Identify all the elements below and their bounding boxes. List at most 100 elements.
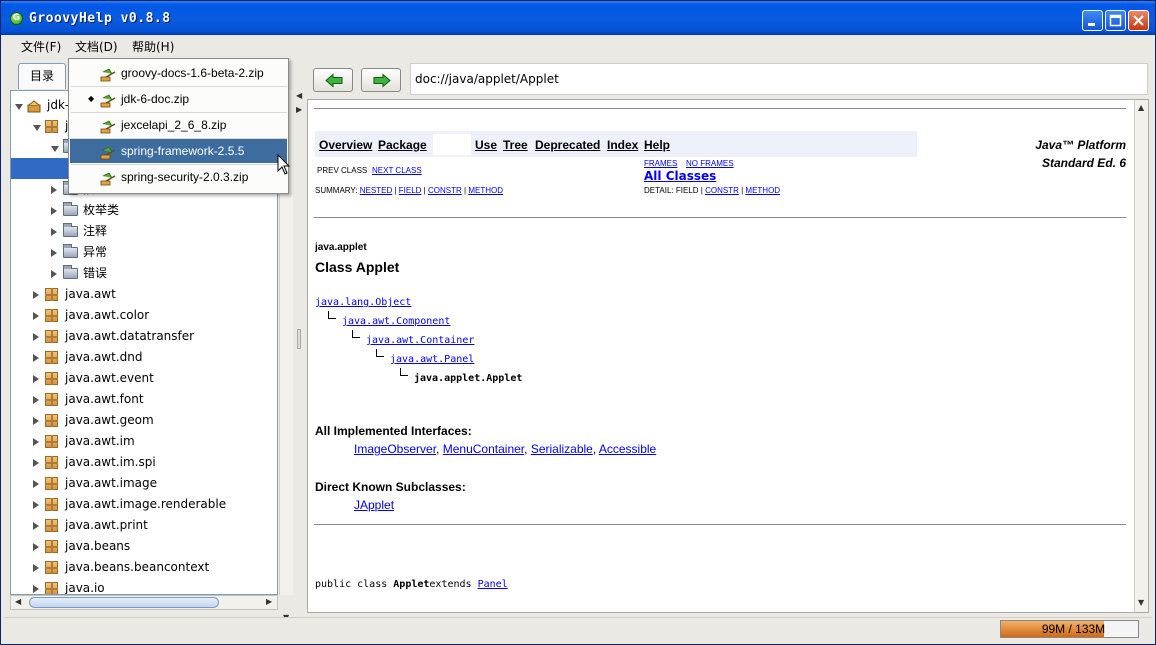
tree-item[interactable]: java.awt [11, 284, 277, 305]
tree-item[interactable]: 枚举类 [11, 200, 277, 221]
interface-link[interactable]: Accessible [599, 442, 656, 456]
expand-toggle-icon[interactable] [33, 333, 39, 341]
frames-link[interactable]: FRAMES [644, 159, 677, 168]
expand-toggle-icon[interactable] [33, 291, 39, 299]
expand-toggle-icon[interactable] [51, 228, 57, 236]
nav-use-link[interactable]: Use [475, 138, 497, 152]
hierarchy-object-link[interactable]: java.lang.Object [315, 297, 411, 308]
expand-toggle-icon[interactable] [33, 501, 39, 509]
interface-link[interactable]: Serializable [531, 442, 593, 456]
address-field[interactable]: doc://java/applet/Applet [410, 63, 1148, 95]
hierarchy-component-link[interactable]: java.awt.Component [342, 316, 450, 327]
dropdown-item[interactable]: ◆ jdk-6-doc.zip [70, 87, 287, 111]
tree-item[interactable]: java.awt.image [11, 473, 277, 494]
menu-docs[interactable]: 文档(D) [75, 38, 118, 55]
scroll-up-icon[interactable]: ▲ [1138, 103, 1144, 112]
splitter-grip-icon[interactable] [297, 329, 301, 349]
archive-icon [100, 170, 116, 194]
subclass-link[interactable]: JApplet [354, 498, 394, 512]
tree-item[interactable]: java.beans.beancontext [11, 557, 277, 578]
expand-toggle-icon[interactable] [51, 207, 57, 215]
hierarchy-container-link[interactable]: java.awt.Container [366, 335, 474, 346]
tree-item[interactable]: 注释 [11, 221, 277, 242]
tree-item[interactable]: java.awt.datatransfer [11, 326, 277, 347]
tree-item[interactable]: java.awt.image.renderable [11, 494, 277, 515]
tree-horizontal-scrollbar[interactable]: ◀ ▶ [10, 595, 278, 610]
expand-toggle-icon[interactable] [33, 522, 39, 530]
scroll-left-icon[interactable]: ◀ [15, 597, 21, 606]
tree-item[interactable]: 异常 [11, 242, 277, 263]
expand-toggle-icon[interactable] [33, 417, 39, 425]
expand-toggle-icon[interactable] [51, 270, 57, 278]
expand-toggle-icon[interactable] [33, 354, 39, 362]
expand-toggle-icon[interactable] [33, 312, 39, 320]
dropdown-item[interactable]: groovy-docs-1.6-beta-2.zip [70, 61, 287, 85]
collapse-toggle-icon[interactable] [51, 146, 59, 152]
expand-toggle-icon[interactable] [33, 396, 39, 404]
decl-extends: extends [429, 579, 478, 590]
tree-item[interactable]: java.awt.geom [11, 410, 277, 431]
nav-package-link[interactable]: Package [378, 138, 427, 152]
next-class-link[interactable]: NEXT CLASS [372, 166, 422, 175]
title-bar[interactable]: G GroovyHelp v0.8.8 [1, 1, 1155, 35]
tree-item[interactable]: java.awt.font [11, 389, 277, 410]
minimize-button[interactable] [1082, 10, 1103, 31]
scroll-right-icon[interactable]: ▶ [266, 597, 272, 606]
expand-toggle-icon[interactable] [33, 375, 39, 383]
expand-toggle-icon[interactable] [51, 249, 57, 257]
dropdown-item[interactable]: jexcelapi_2_6_8.zip [70, 113, 287, 137]
expand-toggle-icon[interactable] [51, 186, 57, 194]
expand-toggle-icon[interactable] [33, 438, 39, 446]
dropdown-item[interactable]: spring-security-2.0.3.zip [70, 165, 287, 189]
summary-nested-link[interactable]: NESTED [360, 186, 392, 195]
detail-method-link[interactable]: METHOD [745, 186, 780, 195]
content-vertical-scrollbar[interactable]: ▲ ▼ [1134, 100, 1148, 612]
collapse-toggle-icon[interactable] [33, 125, 41, 131]
panel-splitter[interactable]: ◀ ▶ [294, 59, 304, 615]
tree-item[interactable]: java.io [11, 578, 277, 594]
tree-item[interactable]: 错误 [11, 263, 277, 284]
hierarchy-panel-link[interactable]: java.awt.Panel [390, 354, 474, 365]
detail-constr-link[interactable]: CONSTR [705, 186, 739, 195]
nav-tree-link[interactable]: Tree [503, 138, 528, 152]
back-button[interactable] [313, 68, 353, 92]
expand-toggle-icon[interactable] [33, 459, 39, 467]
collapse-left-icon[interactable]: ◀ [296, 91, 302, 100]
tree-horizontal-thumb[interactable] [29, 597, 219, 608]
summary-constr-link[interactable]: CONSTR [428, 186, 462, 195]
expand-toggle-icon[interactable] [33, 585, 39, 593]
tree-item[interactable]: java.awt.im.spi [11, 452, 277, 473]
expand-toggle-icon[interactable] [33, 543, 39, 551]
memory-indicator[interactable]: 99M / 133M [1000, 620, 1139, 638]
no-frames-link[interactable]: NO FRAMES [686, 159, 734, 168]
tree-item[interactable]: java.awt.im [11, 431, 277, 452]
close-button[interactable] [1128, 10, 1149, 31]
tree-item[interactable]: java.awt.color [11, 305, 277, 326]
tree-item[interactable]: java.awt.print [11, 515, 277, 536]
tab-contents[interactable]: 目录 [18, 63, 66, 89]
nav-help-link[interactable]: Help [644, 138, 670, 152]
menu-help[interactable]: 帮助(H) [132, 38, 174, 55]
nav-index-link[interactable]: Index [607, 138, 638, 152]
dropdown-item[interactable]: spring-framework-2.5.5 [70, 139, 287, 163]
tree-item[interactable]: java.awt.dnd [11, 347, 277, 368]
menu-file[interactable]: 文件(F) [21, 38, 61, 55]
collapse-right-icon[interactable]: ▶ [296, 105, 302, 114]
summary-field-link[interactable]: FIELD [399, 186, 422, 195]
interface-link[interactable]: ImageObserver [354, 442, 436, 456]
nav-overview-link[interactable]: Overview [319, 138, 372, 152]
expand-toggle-icon[interactable] [33, 564, 39, 572]
scroll-down-icon[interactable]: ▼ [1138, 598, 1144, 607]
all-classes-link[interactable]: All Classes [644, 169, 716, 183]
tree-item[interactable]: java.awt.event [11, 368, 277, 389]
expand-toggle-icon[interactable] [33, 480, 39, 488]
nav-deprecated-link[interactable]: Deprecated [535, 138, 600, 152]
decl-superclass-link[interactable]: Panel [478, 579, 508, 590]
tree-item[interactable]: java.beans [11, 536, 277, 557]
interface-link[interactable]: MenuContainer [443, 442, 524, 456]
app-window: G GroovyHelp v0.8.8 文件(F) 文档(D) 帮助(H) 目录… [0, 0, 1156, 645]
summary-method-link[interactable]: METHOD [468, 186, 503, 195]
collapse-toggle-icon[interactable] [15, 104, 23, 110]
forward-button[interactable] [361, 68, 401, 92]
maximize-button[interactable] [1105, 10, 1126, 31]
